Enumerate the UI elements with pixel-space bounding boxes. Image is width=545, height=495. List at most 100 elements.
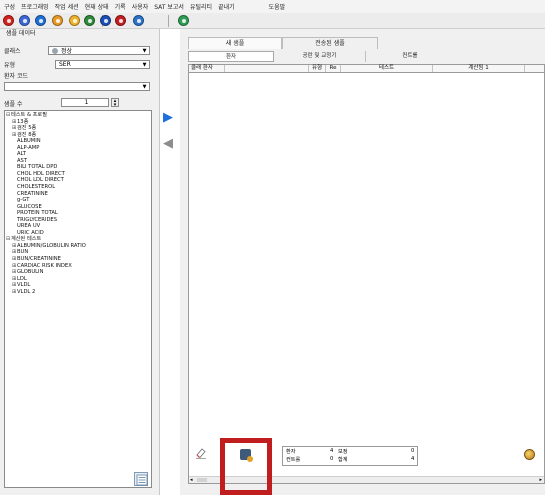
tree-item-label: CARDIAC RISK INDEX	[17, 262, 72, 269]
tree-item-label: BUN	[17, 249, 29, 256]
menu-item-help[interactable]: 도움말	[269, 2, 286, 11]
tree-item-label: VLDL 2	[17, 288, 36, 295]
eraser-icon[interactable]	[195, 447, 207, 459]
menu-item[interactable]: SAT 보고서	[154, 2, 184, 11]
summary-patient-value: 4	[330, 448, 334, 454]
maintenance-icon[interactable]	[133, 15, 144, 26]
summary-pending-label: 보정	[338, 449, 348, 455]
menu-item[interactable]: 현재 상태	[85, 2, 109, 11]
tree-item-label: 검진 5종	[17, 125, 37, 132]
sample-list-button[interactable]	[134, 472, 148, 486]
qc-icon[interactable]	[84, 15, 95, 26]
type-value: SER	[59, 61, 71, 68]
disc-icon[interactable]	[19, 15, 30, 26]
scroll-right-icon[interactable]: ▸	[539, 477, 542, 483]
tree-item-label: GLUCOSE	[17, 203, 42, 210]
sample-grid[interactable]: 클래 환자 유형 Re 테스트 계산됨 1 ◂ ▸	[188, 64, 545, 484]
tree-item-label: g-GT	[17, 197, 30, 204]
summary-control-label: 컨트롤	[286, 457, 301, 463]
tree-item-label: GLOBULIN	[17, 269, 44, 276]
tree-item-label: VLDL	[17, 282, 31, 289]
menu-item[interactable]: 작업 세션	[55, 2, 79, 11]
menu-item[interactable]: 사용자	[132, 2, 149, 11]
column-type[interactable]: 유형	[309, 65, 326, 72]
type-label: 유형	[4, 62, 16, 69]
tree-item-label: ALBUMIN	[17, 138, 41, 145]
tree-item[interactable]: ⊞VLDL 2	[5, 289, 151, 296]
move-right-arrow-icon[interactable]: ▶	[160, 111, 176, 124]
menu-item[interactable]: 기록	[115, 2, 126, 11]
tree-item-label: UREA UV	[17, 223, 41, 230]
highlight-box	[220, 438, 272, 495]
sample-data-panel: 샘플 데이터 클래스 정상 ▼ 유형 SER ▼ 환자 코드 ▼ 샘플 수 1 …	[0, 29, 160, 495]
tab-control[interactable]: 컨트롤	[366, 51, 454, 62]
tree-item-label: ALBUMIN/GLOBULIN RATIO	[17, 242, 86, 249]
sample-data-title: 샘플 데이터	[6, 30, 36, 37]
eraser-glyph-icon	[196, 448, 206, 459]
analysis-icon[interactable]	[100, 15, 111, 26]
sample-icon[interactable]	[35, 15, 46, 26]
menu-item[interactable]: 유틸리티	[190, 2, 212, 11]
tree-item-label: BUN/CREATININE	[17, 256, 61, 263]
move-left-arrow-icon[interactable]: ◀	[160, 137, 176, 150]
patient-code-select[interactable]: ▼	[4, 82, 150, 91]
tree-item-label: CHOLESTEROL	[17, 184, 56, 191]
tree-item-label: 테스트 & 프로필	[11, 112, 47, 118]
sample-count-value: 1	[84, 99, 89, 106]
calibration-icon[interactable]	[69, 15, 80, 26]
tree-item-label: CREATININE	[17, 190, 48, 197]
tab-blank-calibrator[interactable]: 공란 및 교정기	[274, 51, 366, 62]
column-blank[interactable]	[225, 65, 309, 72]
sample-count-input[interactable]: 1	[61, 98, 109, 107]
test-tree[interactable]: ⊟테스트 & 프로필 ⊞13종 ⊞검진 5종 ⊞검진 8종 ALBUMIN ALP-AMP…	[4, 110, 152, 488]
alarm-icon[interactable]	[115, 15, 126, 26]
grid-header: 클래 환자 유형 Re 테스트 계산됨 1	[189, 65, 544, 73]
summary-total-value: 4	[411, 456, 415, 462]
sample-tabs: 새 샘플 전송된 샘플	[188, 37, 378, 49]
toolbar-separator	[168, 15, 169, 27]
tree-item-label: PROTEIN TOTAL	[17, 210, 58, 217]
menu-item[interactable]: 끝내기	[218, 2, 235, 11]
tree-item-label: 13종	[17, 118, 29, 125]
toolbar	[0, 13, 545, 29]
class-label: 클래스	[4, 48, 21, 55]
scroll-thumb[interactable]	[197, 478, 207, 482]
tree-item-label: CHOL HDL DIRECT	[17, 170, 65, 177]
patient-code-label: 환자 코드	[4, 73, 28, 80]
column-extra[interactable]	[525, 65, 544, 72]
class-select[interactable]: 정상 ▼	[48, 46, 150, 55]
menu-item[interactable]: 프로그래밍	[21, 2, 49, 11]
type-select[interactable]: SER ▼	[55, 60, 150, 69]
stop-icon[interactable]	[3, 15, 14, 26]
chevron-down-icon[interactable]: ▼	[140, 83, 149, 90]
tree-item-label: ALT	[17, 151, 26, 158]
column-test[interactable]: 테스트	[341, 65, 433, 72]
monitor-icon[interactable]	[178, 15, 189, 26]
tree-item-label: LDL	[17, 275, 27, 282]
tree-item-label: TRIGLYCERIDES	[17, 216, 58, 223]
column-class-patient[interactable]: 클래 환자	[189, 65, 225, 72]
sample-count-label: 샘플 수	[4, 101, 23, 108]
chevron-down-icon[interactable]: ▼	[140, 47, 149, 54]
tree-item-label: ALP-AMP	[17, 144, 40, 151]
tab-new-samples[interactable]: 새 샘플	[188, 37, 282, 49]
tree-item-label: 검진 8종	[17, 131, 37, 138]
scroll-left-icon[interactable]: ◂	[190, 477, 193, 483]
tree-item-label: CHOL LDL DIRECT	[17, 177, 64, 184]
reagent-icon[interactable]	[52, 15, 63, 26]
tree-item-label: 계산된 테스트	[11, 236, 42, 243]
summary-panel: 환자 4 보정 0 컨트롤 0 합계 4	[282, 446, 418, 466]
column-calculated-1[interactable]: 계산됨 1	[433, 65, 525, 72]
sample-count-stepper[interactable]: ▴ ▾	[111, 98, 119, 108]
sample-list-panel: 새 샘플 전송된 샘플 환자 공란 및 교정기 컨트롤 클래 환자 유형 Re …	[180, 29, 545, 495]
chevron-down-icon[interactable]: ▼	[140, 61, 149, 68]
summary-control-value: 0	[330, 456, 334, 462]
tab-patient[interactable]: 환자	[188, 51, 274, 62]
class-value: 정상	[61, 48, 73, 55]
settings-icon[interactable]	[524, 449, 535, 460]
menu-bar: 구성 프로그래밍 작업 세션 현재 상태 기록 사용자 SAT 보고서 유틸리티 끝내기 도움말	[0, 0, 545, 13]
column-re[interactable]: Re	[326, 65, 341, 72]
sample-subtabs: 환자 공란 및 교정기 컨트롤	[188, 51, 454, 62]
menu-item[interactable]: 구성	[4, 2, 15, 11]
tab-sent-samples[interactable]: 전송된 샘플	[282, 37, 378, 49]
